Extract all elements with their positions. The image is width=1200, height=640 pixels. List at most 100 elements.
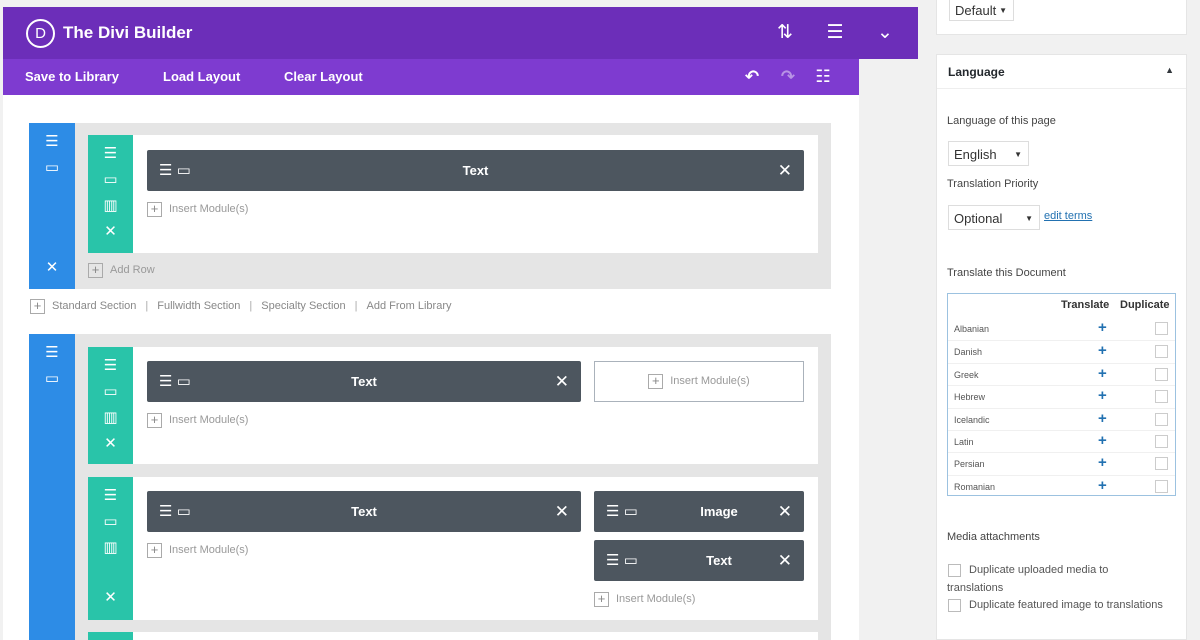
close-icon[interactable]: ✕ [778, 540, 792, 581]
add-row-link[interactable]: + Add Row [88, 262, 155, 278]
save-to-library-button[interactable]: Save to Library [25, 59, 119, 95]
caret-down-icon: ▼ [1014, 150, 1022, 159]
caret-down-icon: ▼ [999, 6, 1007, 15]
text-module[interactable]: ☰ ▭ Text ✕ [594, 540, 804, 581]
builder-title: The Divi Builder [63, 23, 193, 42]
close-icon[interactable]: ✕ [555, 361, 569, 402]
hamburger-icon[interactable]: ☰ [29, 133, 75, 151]
collapse-toggle-icon[interactable]: ▲ [1165, 65, 1174, 75]
settings-icon[interactable]: ▭ [29, 159, 75, 177]
columns-icon[interactable]: ▥ [88, 539, 133, 557]
language-name: Greek [954, 369, 979, 380]
section-handle[interactable]: ☰ ▭ [29, 334, 75, 640]
close-icon[interactable]: ✕ [778, 491, 792, 532]
hamburger-icon[interactable]: ☰ [88, 145, 133, 163]
language-name: Icelandic [954, 414, 990, 425]
sort-arrows-icon[interactable]: ⇅ [770, 7, 800, 59]
insert-module-link[interactable]: + Insert Module(s) [147, 201, 248, 217]
divi-logo-icon: D [26, 19, 55, 48]
insert-module-link[interactable]: + Insert Module(s) [147, 412, 248, 428]
load-layout-button[interactable]: Load Layout [163, 59, 240, 95]
module-label: Text [462, 163, 489, 178]
language-name: Danish [954, 347, 983, 358]
close-icon[interactable]: ✕ [88, 223, 133, 241]
clear-layout-button[interactable]: Clear Layout [284, 59, 363, 95]
table-row: Danish + [948, 340, 1175, 362]
hamburger-icon[interactable]: ☰ [29, 344, 75, 362]
insert-module-link[interactable]: + Insert Module(s) [147, 542, 248, 558]
row-handle[interactable]: ☰ ▭ ▥ ✕ [88, 135, 133, 253]
duplicate-checkbox[interactable] [1155, 345, 1168, 359]
add-section-bar: + Standard Section | Fullwidth Section | Spec… [30, 298, 452, 314]
priority-select[interactable]: Optional ▼ [948, 205, 1040, 230]
image-module[interactable]: ☰ ▭ Image ✕ [594, 491, 804, 532]
add-translation-icon[interactable]: + [1098, 432, 1107, 449]
plus-icon: + [88, 262, 103, 278]
columns-icon[interactable]: ▥ [88, 409, 133, 427]
settings-icon[interactable]: ▭ [88, 383, 133, 401]
text-module[interactable]: ☰ ▭ Text ✕ [147, 491, 581, 532]
settings-icon[interactable]: ▭ [88, 513, 133, 531]
text-module[interactable]: ☰ ▭ Text ✕ [147, 150, 804, 191]
chevron-down-icon[interactable]: ⌄ [870, 7, 900, 59]
template-select[interactable]: Default ▼ [949, 0, 1014, 21]
plus-icon: + [147, 412, 162, 428]
add-translation-icon[interactable]: + [1098, 319, 1107, 336]
section-handle[interactable]: ☰ ▭ ✕ [29, 123, 75, 289]
settings-icon[interactable]: ▭ [88, 171, 133, 189]
language-select[interactable]: English ▼ [948, 141, 1029, 166]
duplicate-checkbox[interactable] [1155, 390, 1168, 404]
module-label: Text [351, 374, 377, 389]
duplicate-checkbox[interactable] [1155, 457, 1168, 471]
insert-module-box[interactable]: + Insert Module(s) [594, 361, 804, 402]
builder-canvas: ☰ ▭ ✕ ☰ ▭ ▥ ✕ ☰ ▭ Text ✕ + Insert Module(… [3, 95, 859, 640]
settings-icon[interactable]: ▭ [29, 370, 75, 388]
row-handle[interactable]: ☰ ▭ ▥ ✕ [88, 347, 133, 464]
add-from-library-link[interactable]: Add From Library [367, 300, 452, 312]
add-translation-icon[interactable]: + [1098, 342, 1107, 359]
fullwidth-section-link[interactable]: Fullwidth Section [157, 300, 240, 312]
duplicate-checkbox[interactable] [1155, 367, 1168, 381]
close-icon[interactable]: ✕ [29, 259, 75, 277]
row-handle[interactable] [88, 632, 133, 640]
divider [937, 88, 1186, 89]
hamburger-icon[interactable]: ☰ [88, 357, 133, 375]
edit-terms-link[interactable]: edit terms [1044, 210, 1092, 222]
close-icon[interactable]: ✕ [88, 435, 133, 453]
section: ☰ ▭ ✕ ☰ ▭ ▥ ✕ ☰ ▭ Text ✕ + Insert Module(… [29, 123, 831, 289]
specialty-section-link[interactable]: Specialty Section [261, 300, 345, 312]
duplicate-checkbox[interactable] [1155, 479, 1168, 493]
text-module[interactable]: ☰ ▭ Text ✕ [147, 361, 581, 402]
row: ☰ ▭ ▥ ✕ ☰ ▭ Text ✕ + Insert Module(s) + In… [88, 347, 818, 464]
row-handle[interactable]: ☰ ▭ ▥ ✕ [88, 477, 133, 620]
add-translation-icon[interactable]: + [1098, 410, 1107, 427]
add-translation-icon[interactable]: + [1098, 454, 1107, 471]
duplicate-featured-checkbox[interactable] [948, 599, 961, 612]
row: ☰ ▭ ▥ ✕ ☰ ▭ Text ✕ + Insert Module(s) [88, 135, 818, 253]
duplicate-checkbox[interactable] [1155, 412, 1168, 426]
add-translation-icon[interactable]: + [1098, 365, 1107, 382]
plus-icon: + [648, 373, 664, 389]
duplicate-media-checkbox[interactable] [948, 564, 961, 577]
undo-icon[interactable]: ↶ [740, 59, 764, 95]
close-icon[interactable]: ✕ [555, 491, 569, 532]
duplicate-checkbox[interactable] [1155, 435, 1168, 448]
standard-section-link[interactable]: Standard Section [52, 300, 136, 312]
duplicate-checkbox[interactable] [1155, 322, 1168, 335]
insert-module-label: Insert Module(s) [169, 414, 249, 426]
add-translation-icon[interactable]: + [1098, 477, 1107, 494]
history-icon[interactable]: ☷ [811, 59, 835, 95]
columns-icon[interactable]: ▥ [88, 197, 133, 215]
add-translation-icon[interactable]: + [1098, 387, 1107, 404]
template-select-value: Default [955, 3, 997, 18]
table-row: Hebrew + [948, 385, 1175, 407]
language-name: Hebrew [954, 392, 986, 403]
redo-icon[interactable]: ↷ [776, 59, 800, 95]
insert-module-link[interactable]: + Insert Module(s) [594, 591, 695, 607]
hamburger-icon[interactable]: ☰ [820, 7, 850, 59]
hamburger-icon[interactable]: ☰ [88, 487, 133, 505]
close-icon[interactable]: ✕ [778, 150, 792, 191]
media-attachments-label: Media attachments [947, 531, 1040, 543]
language-of-page-label: Language of this page [947, 115, 1056, 127]
close-icon[interactable]: ✕ [88, 589, 133, 607]
